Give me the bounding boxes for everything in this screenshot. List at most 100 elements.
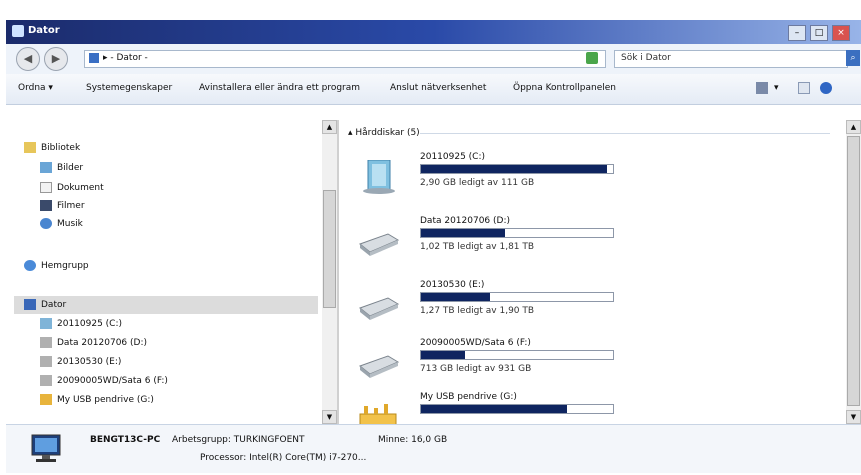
capacity-bar-fill [421, 293, 491, 301]
sidebar-item-label: Dator [41, 299, 67, 310]
memory-label: Minne: 16,0 GB [378, 435, 448, 445]
sidebar-item-homegroup[interactable]: Hemgrupp [24, 260, 89, 271]
library-icon [24, 142, 36, 153]
view-dropdown-icon[interactable]: ▾ [774, 83, 779, 93]
capacity-bar [420, 292, 614, 302]
capacity-bar [420, 350, 614, 360]
navigation-scrollbar[interactable]: ▲ ▼ [322, 120, 337, 424]
open-control-panel-button[interactable]: Öppna Kontrollpanelen [513, 83, 616, 93]
drive-item-f[interactable]: 20090005WD/Sata 6 (F:) 713 GB ledigt av … [352, 338, 652, 392]
music-icon [40, 218, 52, 229]
search-placeholder: Sök i Dator [621, 53, 671, 63]
address-path: ▸ - Dator - [103, 53, 148, 63]
content-pane: ▴ Hårddiskar (5) 20110925 (C:) 2,90 GB l… [340, 120, 846, 429]
minimize-button[interactable]: – [788, 25, 806, 41]
sidebar-item-label: My USB pendrive (G:) [57, 394, 154, 405]
sidebar-item-label: Bibliotek [41, 142, 81, 153]
organize-menu[interactable]: Ordna ▾ [18, 83, 53, 93]
drive-name: 20130530 (E:) [420, 280, 485, 290]
drive-name: 20090005WD/Sata 6 (F:) [420, 338, 531, 348]
forward-button[interactable]: ▶ [44, 47, 68, 71]
workgroup-label: Arbetsgrupp: TURKINGFOENT [172, 435, 305, 445]
refresh-icon[interactable] [586, 52, 598, 64]
preview-pane-icon[interactable] [798, 82, 810, 94]
title-bar[interactable]: Dator – □ × [6, 20, 861, 44]
drive-icon [40, 318, 52, 329]
content-scrollbar[interactable]: ▲ ▼ [846, 120, 861, 424]
address-bar[interactable]: ▸ - Dator - ▾ [84, 50, 606, 68]
hard-drive-icon [358, 355, 400, 378]
back-button[interactable]: ◀ [16, 47, 40, 71]
capacity-bar-fill [421, 165, 608, 173]
drive-free-space: 2,90 GB ledigt av 111 GB [420, 178, 535, 188]
sidebar-item-pictures[interactable]: Bilder [40, 162, 83, 173]
sidebar-item-music[interactable]: Musik [40, 218, 83, 229]
navigation-pane: Bibliotek Bilder Dokument Filmer Musik H… [6, 120, 320, 424]
capacity-bar-fill [421, 229, 506, 237]
scroll-thumb[interactable] [323, 190, 336, 308]
scroll-up-icon[interactable]: ▲ [322, 120, 337, 134]
drive-item-e[interactable]: 20130530 (E:) 1,27 TB ledigt av 1,90 TB [352, 280, 652, 334]
sidebar-item-documents[interactable]: Dokument [40, 182, 104, 193]
details-pane: BENGT13C-PC Arbetsgrupp: TURKINGFOENT Mi… [6, 424, 861, 473]
sidebar-item-label: Data 20120706 (D:) [57, 337, 148, 348]
scroll-up-icon[interactable]: ▲ [846, 120, 861, 134]
computer-icon [31, 434, 61, 462]
sidebar-item-videos[interactable]: Filmer [40, 200, 85, 211]
homegroup-icon [24, 260, 36, 271]
drive-item-d[interactable]: Data 20120706 (D:) 1,02 TB ledigt av 1,8… [352, 216, 652, 270]
uninstall-program-button[interactable]: Avinstallera eller ändra ett program [199, 83, 360, 93]
maximize-button[interactable]: □ [810, 25, 828, 41]
explorer-window: Dator – □ × ◀ ▶ ▸ - Dator - ▾ Sök i Dato… [6, 16, 861, 475]
sidebar-item-label: 20130530 (E:) [57, 356, 122, 367]
sidebar-item-drive-d[interactable]: Data 20120706 (D:) [40, 337, 147, 348]
sidebar-item-label: Musik [57, 218, 83, 229]
pane-splitter[interactable] [337, 120, 339, 424]
drive-free-space: 1,02 TB ledigt av 1,81 TB [420, 242, 535, 252]
sidebar-item-drive-g[interactable]: My USB pendrive (G:) [40, 394, 154, 405]
videos-icon [40, 200, 52, 211]
drive-icon [40, 337, 52, 348]
sidebar-item-label: Filmer [57, 200, 85, 211]
processor-label: Processor: Intel(R) Core(TM) i7-270... [200, 453, 367, 463]
help-icon[interactable] [820, 82, 832, 94]
sidebar-item-libraries[interactable]: Bibliotek [24, 142, 80, 153]
drive-icon [40, 356, 52, 367]
view-options-icon[interactable] [756, 82, 768, 94]
sidebar-item-label: Bilder [57, 162, 84, 173]
drive-name: Data 20120706 (D:) [420, 216, 511, 226]
scroll-down-icon[interactable]: ▼ [846, 410, 861, 424]
window-title: Dator [28, 25, 60, 36]
search-icon[interactable]: ⌕ [846, 50, 860, 66]
computer-icon [24, 299, 36, 310]
drive-name: 20110925 (C:) [420, 152, 486, 162]
drive-icon [40, 375, 52, 386]
sidebar-item-label: Hemgrupp [41, 260, 89, 271]
system-properties-button[interactable]: Systemegenskaper [86, 83, 172, 93]
sidebar-item-drive-f[interactable]: 20090005WD/Sata 6 (F:) [40, 375, 168, 386]
drive-free-space: 1,27 TB ledigt av 1,90 TB [420, 306, 535, 316]
system-drive-icon [363, 160, 395, 194]
capacity-bar-fill [421, 351, 466, 359]
scroll-thumb[interactable] [847, 136, 860, 406]
hard-drive-icon [358, 233, 400, 256]
map-network-drive-button[interactable]: Anslut nätverksenhet [390, 83, 486, 93]
close-button[interactable]: × [832, 25, 850, 41]
hard-drive-icon [358, 297, 400, 320]
drive-item-c[interactable]: 20110925 (C:) 2,90 GB ledigt av 111 GB [352, 152, 652, 206]
usb-icon [40, 394, 52, 405]
drive-free-space: 713 GB ledigt av 931 GB [420, 364, 532, 374]
sidebar-item-computer[interactable]: Dator [24, 299, 66, 310]
search-input[interactable]: Sök i Dator [614, 50, 848, 68]
command-bar: Ordna ▾ Systemegenskaper Avinstallera el… [6, 74, 861, 105]
capacity-bar [420, 228, 614, 238]
sidebar-item-drive-c[interactable]: 20110925 (C:) [40, 318, 122, 329]
sidebar-item-drive-e[interactable]: 20130530 (E:) [40, 356, 121, 367]
pictures-icon [40, 162, 52, 173]
sidebar-item-label: 20090005WD/Sata 6 (F:) [57, 375, 168, 386]
group-header[interactable]: ▴ Hårddiskar (5) [348, 128, 420, 138]
scroll-down-icon[interactable]: ▼ [322, 410, 337, 424]
drive-name: My USB pendrive (G:) [420, 392, 517, 402]
capacity-bar-fill [421, 405, 567, 413]
sidebar-item-label: 20110925 (C:) [57, 318, 123, 329]
